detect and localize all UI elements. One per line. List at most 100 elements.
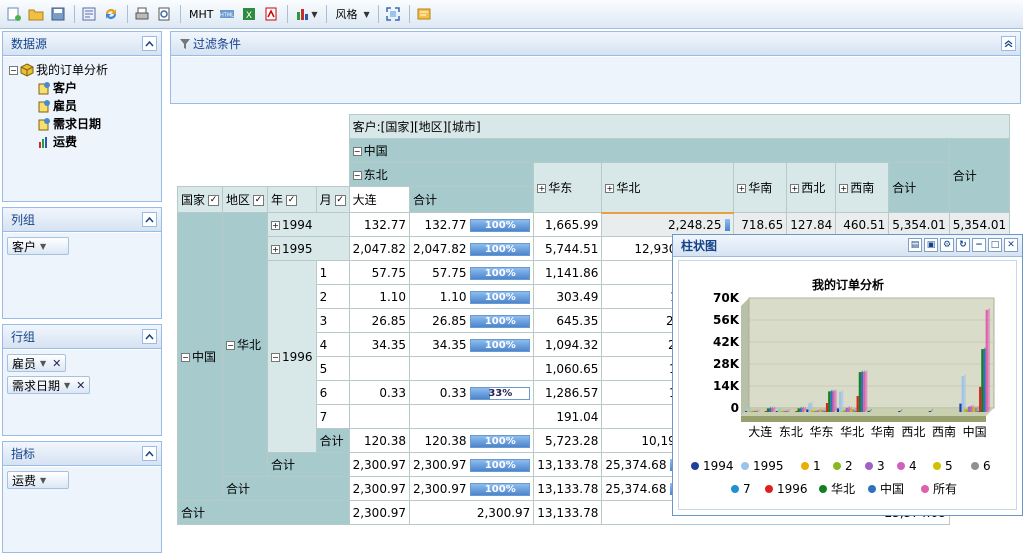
tree-item-required-date[interactable]: 需求日期 xyxy=(9,115,155,133)
collapse-toggle-icon[interactable]: − xyxy=(181,353,190,362)
chevron-down-icon[interactable]: ▼ xyxy=(40,359,46,368)
collapse-button[interactable] xyxy=(142,36,157,51)
new-icon[interactable] xyxy=(4,4,24,24)
chart-type-icon[interactable]: ▼ xyxy=(292,4,320,24)
dim-month[interactable]: 月 ✓ xyxy=(315,186,350,213)
chevron-down-icon[interactable]: ▼ xyxy=(40,242,46,251)
collapse-toggle-icon[interactable]: − xyxy=(9,65,18,75)
col-header-huanan[interactable]: + 华南 xyxy=(733,162,788,213)
row-header-year-1996[interactable]: −1996 xyxy=(267,260,317,453)
row-header-huabei[interactable]: − 华北 xyxy=(222,212,269,477)
legend-label: 5 xyxy=(945,459,953,473)
chevron-down-icon[interactable]: ▼ xyxy=(64,381,70,390)
percent-label: 100% xyxy=(484,219,516,231)
collapse-toggle-icon[interactable]: − xyxy=(271,352,281,362)
expand-toggle-icon[interactable]: + xyxy=(790,184,800,193)
col-header-xinan[interactable]: + 西南 xyxy=(835,162,890,213)
legend-label: 所有 xyxy=(933,482,957,496)
row-header-label: 1996 xyxy=(282,349,313,364)
col-header-huabei[interactable]: + 华北 xyxy=(601,162,735,214)
measure-chip-freight[interactable]: 运费 ▼ xyxy=(7,471,70,489)
collapse-button[interactable] xyxy=(142,446,157,461)
close-icon[interactable]: ✕ xyxy=(52,357,61,370)
cell-value: 132.77 xyxy=(348,212,411,237)
cell-value: 2,300.97 xyxy=(476,505,531,520)
checkbox[interactable]: ✓ xyxy=(334,195,346,206)
row-header-label: 合计 xyxy=(271,458,296,472)
minimize-icon[interactable]: − xyxy=(972,238,986,252)
tree-root-label: 我的订单分析 xyxy=(36,63,109,77)
chart-window-header[interactable]: 柱状图 ▤ ▣ ⚙ ↻ − □ ✕ xyxy=(673,235,1022,257)
collapse-button[interactable] xyxy=(142,212,157,227)
style-menu-button[interactable]: 风格 ▼ xyxy=(335,4,369,24)
col-header-huadong[interactable]: + 华东 xyxy=(533,162,603,213)
export-html-icon[interactable]: HTML xyxy=(217,4,237,24)
expand-toggle-icon[interactable]: + xyxy=(737,184,747,193)
row-header-month: 1 xyxy=(315,260,350,285)
open-folder-icon[interactable] xyxy=(26,4,46,24)
checkbox[interactable]: ✓ xyxy=(253,195,265,206)
col-header-china[interactable]: − 中国 xyxy=(348,138,950,163)
row-header-label: 6 xyxy=(319,385,328,400)
rowgroup-chip-date[interactable]: 需求日期 ▼ ✕ xyxy=(7,376,91,394)
checkbox[interactable]: ✓ xyxy=(286,195,298,206)
chart-wall-back xyxy=(748,297,995,409)
export-excel-icon[interactable]: X xyxy=(239,4,259,24)
dim-country[interactable]: 国家 ✓ xyxy=(176,186,224,213)
expand-toggle-icon[interactable]: + xyxy=(839,184,849,193)
save-icon[interactable] xyxy=(48,4,68,24)
colgroup-chip-customer[interactable]: 客户 ▼ xyxy=(7,237,70,255)
x-tick-label: 中国 xyxy=(963,424,987,439)
cell-total: 132.77 100% xyxy=(409,212,535,237)
refresh-icon[interactable]: ↻ xyxy=(956,238,970,252)
chart-bar xyxy=(786,411,789,412)
expand-toggle-icon[interactable]: + xyxy=(537,184,547,193)
col-header-dongbei[interactable]: − 东北 xyxy=(348,162,535,187)
collapse-toggle-icon[interactable]: − xyxy=(352,171,362,180)
tree-item-employee[interactable]: 雇员 xyxy=(9,97,155,115)
row-header-year[interactable]: +1994 xyxy=(267,212,350,237)
tree-root[interactable]: − 我的订单分析 xyxy=(9,61,155,79)
bar-chart-window[interactable]: 柱状图 ▤ ▣ ⚙ ↻ − □ ✕ 我的订单分析 70K 56K 42K 28K 14K 0… xyxy=(672,234,1023,516)
y-tick-label: 56K xyxy=(713,313,740,327)
save-icon[interactable]: ▣ xyxy=(924,238,938,252)
maximize-icon[interactable]: □ xyxy=(988,238,1002,252)
expand-toggle-icon[interactable]: + xyxy=(605,183,615,193)
collapse-toggle-icon[interactable]: − xyxy=(226,341,236,350)
dim-year[interactable]: 年 ✓ xyxy=(267,186,317,213)
export-mht-button[interactable]: MHT xyxy=(189,4,213,24)
rowgroup-chip-employee[interactable]: 雇员 ▼ ✕ xyxy=(7,354,67,372)
close-icon[interactable]: ✕ xyxy=(1004,238,1018,252)
settings-icon[interactable]: ⚙ xyxy=(940,238,954,252)
col-header-label: 中国 xyxy=(363,144,388,158)
properties-icon[interactable] xyxy=(79,4,99,24)
row-header-year[interactable]: +1995 xyxy=(267,236,350,261)
x-tick-label: 华北 xyxy=(840,425,864,439)
row-header-month: 2 xyxy=(315,284,350,309)
note-icon[interactable] xyxy=(414,4,434,24)
collapse-toggle-icon[interactable]: − xyxy=(352,147,362,156)
collapse-button[interactable] xyxy=(142,329,157,344)
style-label: 风格 xyxy=(335,8,358,21)
tree-item-freight[interactable]: 运费 xyxy=(9,133,155,151)
x-tick-label: 华东 xyxy=(810,425,834,439)
collapse-button[interactable] xyxy=(1001,36,1016,51)
tree-item-customer[interactable]: 客户 xyxy=(9,79,155,97)
export-pdf-icon[interactable] xyxy=(261,4,281,24)
print-preview-icon[interactable] xyxy=(154,4,174,24)
print-icon[interactable] xyxy=(132,4,152,24)
legend-marker xyxy=(868,485,876,493)
col-header-xibei[interactable]: + 西北 xyxy=(786,162,837,213)
chart-bar xyxy=(839,391,842,412)
fullscreen-icon[interactable] xyxy=(383,4,403,24)
close-icon[interactable]: ✕ xyxy=(76,379,85,392)
checkbox[interactable]: ✓ xyxy=(208,195,220,206)
expand-toggle-icon[interactable]: + xyxy=(271,244,281,254)
cell-value: 13,133.78 xyxy=(533,476,603,501)
dim-region[interactable]: 地区 ✓ xyxy=(222,186,269,213)
expand-toggle-icon[interactable]: + xyxy=(271,220,281,230)
refresh-icon[interactable] xyxy=(101,4,121,24)
row-header-china[interactable]: − 中国 xyxy=(176,212,224,501)
print-icon[interactable]: ▤ xyxy=(908,238,922,252)
chevron-down-icon[interactable]: ▼ xyxy=(40,476,46,485)
